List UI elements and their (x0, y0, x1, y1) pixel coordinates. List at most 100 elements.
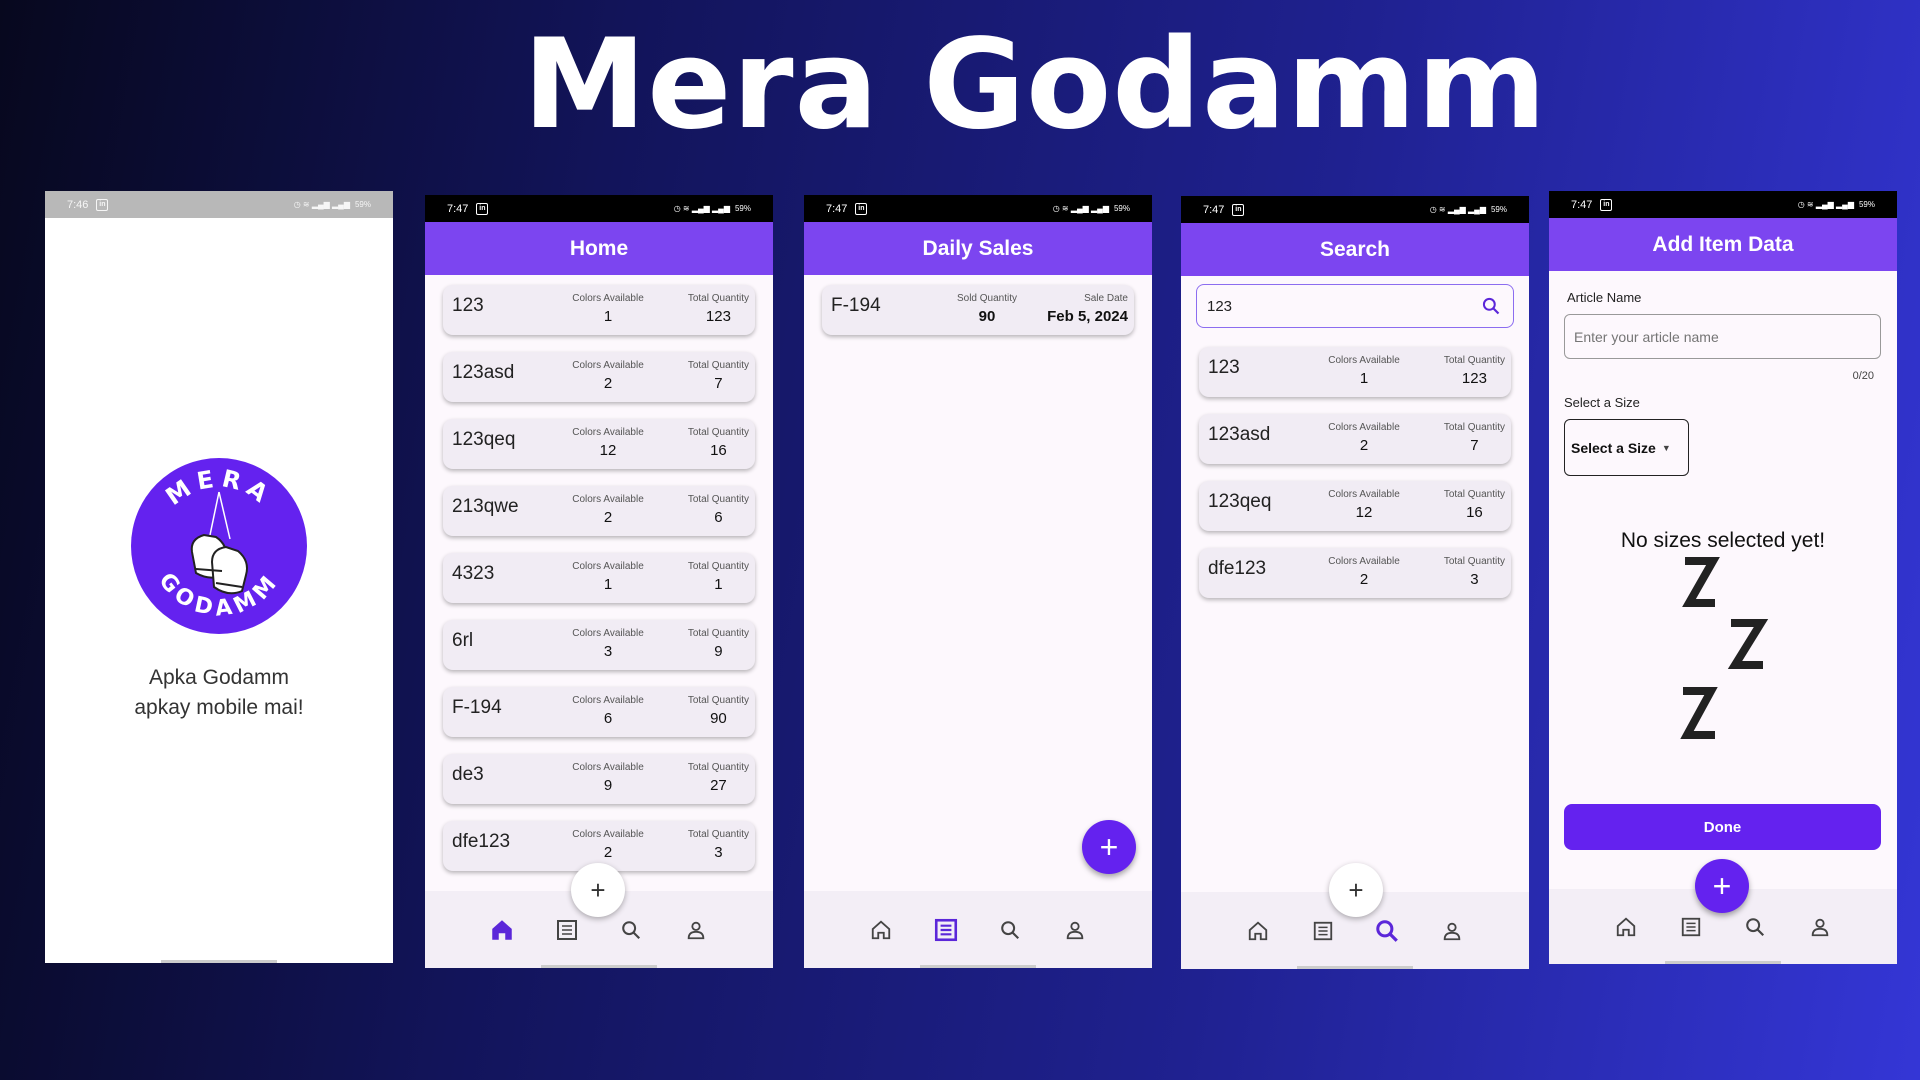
item-card[interactable]: 123qeq Colors Available 12 Total Quantity 16 (1199, 481, 1511, 531)
add-item-fab[interactable]: + (1329, 863, 1383, 917)
column-value: 90 (978, 308, 996, 325)
column-label: Colors Available (572, 695, 644, 706)
dropdown-arrow-icon: ▼ (1661, 442, 1671, 453)
nav-home[interactable] (865, 914, 897, 946)
colors-available: Colors Available 12 (548, 427, 668, 459)
list-icon (556, 919, 577, 940)
nav-sales[interactable] (551, 914, 583, 946)
nav-profile[interactable] (1059, 914, 1091, 946)
article-name-input[interactable] (1564, 314, 1881, 359)
item-name: 123qeq (452, 429, 516, 450)
inventory-list: 123 Colors Available 1 Total Quantity 123 123… (425, 275, 773, 871)
column-label: Sold Quantity (956, 293, 1018, 304)
colors-available: Colors Available 9 (548, 762, 668, 794)
colors-available: Colors Available 12 (1304, 489, 1424, 521)
char-counter: 0/20 (1852, 370, 1874, 382)
sale-card[interactable]: F-194 Sold Quantity 90 Sale Date Feb 5, 2024 (822, 285, 1134, 335)
nav-home[interactable] (486, 914, 518, 946)
total-quantity: Total Quantity 16 (688, 427, 749, 459)
column-label: Total Quantity (687, 293, 749, 304)
home-icon (872, 920, 891, 939)
item-name: 213qwe (452, 496, 519, 517)
page-title: Daily Sales (922, 236, 1034, 260)
item-card[interactable]: de3 Colors Available 9 Total Quantity 27 (443, 754, 755, 804)
app-bar: Search (1181, 223, 1529, 276)
list-icon (1681, 917, 1700, 936)
home-icon (1617, 917, 1636, 936)
total-quantity: Total Quantity 16 (1444, 489, 1505, 521)
gesture-bar (920, 965, 1036, 968)
nav-profile[interactable] (680, 914, 712, 946)
colors-available: Colors Available 2 (548, 360, 668, 392)
item-name: 123 (1208, 357, 1240, 378)
item-card[interactable]: 123 Colors Available 1 Total Quantity 123 (1199, 347, 1511, 397)
total-quantity: Total Quantity 7 (688, 360, 749, 392)
item-card[interactable]: dfe123 Colors Available 2 Total Quantity 3 (1199, 548, 1511, 598)
colors-available: Colors Available 1 (1304, 355, 1424, 387)
column-value: 1 (603, 576, 613, 593)
column-label: Total Quantity (687, 762, 749, 773)
nav-home[interactable] (1610, 911, 1642, 943)
column-label: Colors Available (572, 293, 644, 304)
daily-sales-screen: 7:47 in ◷ ≋ ▂▄▆ ▂▄▆ 59% Daily Sales F-194 S… (804, 195, 1152, 968)
add-item-fab[interactable]: + (571, 863, 625, 917)
item-card[interactable]: 6rl Colors Available 3 Total Quantity 9 (443, 620, 755, 670)
plus-icon: + (1712, 867, 1732, 904)
add-sale-fab[interactable]: + (1082, 820, 1136, 874)
item-card[interactable]: 123asd Colors Available 2 Total Quantity 7 (443, 352, 755, 402)
battery-level: 59% (1858, 200, 1875, 209)
item-card[interactable]: F-194 Colors Available 6 Total Quantity 90 (443, 687, 755, 737)
nav-search[interactable] (1739, 911, 1771, 943)
column-value: 3 (714, 844, 723, 861)
item-card[interactable]: 123qeq Colors Available 12 Total Quantity 16 (443, 419, 755, 469)
battery-level: 59% (1113, 204, 1130, 213)
column-label: Total Quantity (1443, 355, 1505, 366)
nav-profile[interactable] (1436, 915, 1468, 947)
item-card[interactable]: 213qwe Colors Available 2 Total Quantity 6 (443, 486, 755, 536)
item-card[interactable]: 123 Colors Available 1 Total Quantity 123 (443, 285, 755, 335)
size-dropdown[interactable]: Select a Size ▼ (1564, 419, 1689, 476)
person-icon (1443, 922, 1461, 940)
home-icon (1249, 921, 1268, 940)
nav-search[interactable] (615, 914, 647, 946)
search-input-value[interactable]: 123 (1207, 298, 1232, 315)
signal-icon: ◷ ≋ ▂▄▆ ▂▄▆ (1052, 204, 1109, 213)
signal-icon: ◷ ≋ ▂▄▆ ▂▄▆ (1429, 205, 1486, 214)
nav-sales[interactable] (930, 914, 962, 946)
item-card[interactable]: 4323 Colors Available 1 Total Quantity 1 (443, 553, 755, 603)
nav-search[interactable] (1371, 915, 1403, 947)
column-value: 1 (1359, 370, 1369, 387)
search-icon[interactable] (1481, 296, 1501, 316)
nav-home[interactable] (1242, 915, 1274, 947)
linkedin-icon: in (1232, 203, 1245, 216)
done-button[interactable]: Done (1564, 804, 1881, 850)
add-item-screen: 7:47 in ◷ ≋ ▂▄▆ ▂▄▆ 59% Add Item Data Arti… (1549, 191, 1897, 964)
tagline: Apka Godamm apkay mobile mai! (45, 663, 393, 723)
nav-profile[interactable] (1804, 911, 1836, 943)
colors-available: Colors Available 2 (1304, 556, 1424, 588)
linkedin-icon: in (96, 198, 109, 211)
nav-search[interactable] (994, 914, 1026, 946)
column-label: Colors Available (572, 561, 644, 572)
status-bar: 7:47 in ◷ ≋ ▂▄▆ ▂▄▆ 59% (804, 195, 1152, 222)
nav-sales[interactable] (1307, 915, 1339, 947)
column-value: 2 (603, 844, 613, 861)
item-card[interactable]: 123asd Colors Available 2 Total Quantity 7 (1199, 414, 1511, 464)
add-size-fab[interactable]: + (1695, 859, 1749, 913)
column-label: Total Quantity (687, 628, 749, 639)
person-icon (687, 921, 705, 939)
item-name: 123qeq (1208, 491, 1272, 512)
nav-sales[interactable] (1675, 911, 1707, 943)
item-name: dfe123 (1208, 558, 1267, 579)
total-quantity: Total Quantity 7 (1444, 422, 1505, 454)
gesture-bar (161, 960, 277, 963)
size-label: Select a Size (1564, 395, 1640, 410)
article-name-label: Article Name (1567, 290, 1642, 305)
status-bar: 7:47 in ◷ ≋ ▂▄▆ ▂▄▆ 59% (425, 195, 773, 222)
column-value: 90 (710, 710, 727, 727)
column-label: Colors Available (572, 829, 644, 840)
app-logo: MERA GODAMM (131, 458, 307, 634)
total-quantity: Total Quantity 1 (688, 561, 749, 593)
search-field[interactable]: 123 (1196, 284, 1514, 328)
status-time: 7:47 (447, 202, 469, 215)
